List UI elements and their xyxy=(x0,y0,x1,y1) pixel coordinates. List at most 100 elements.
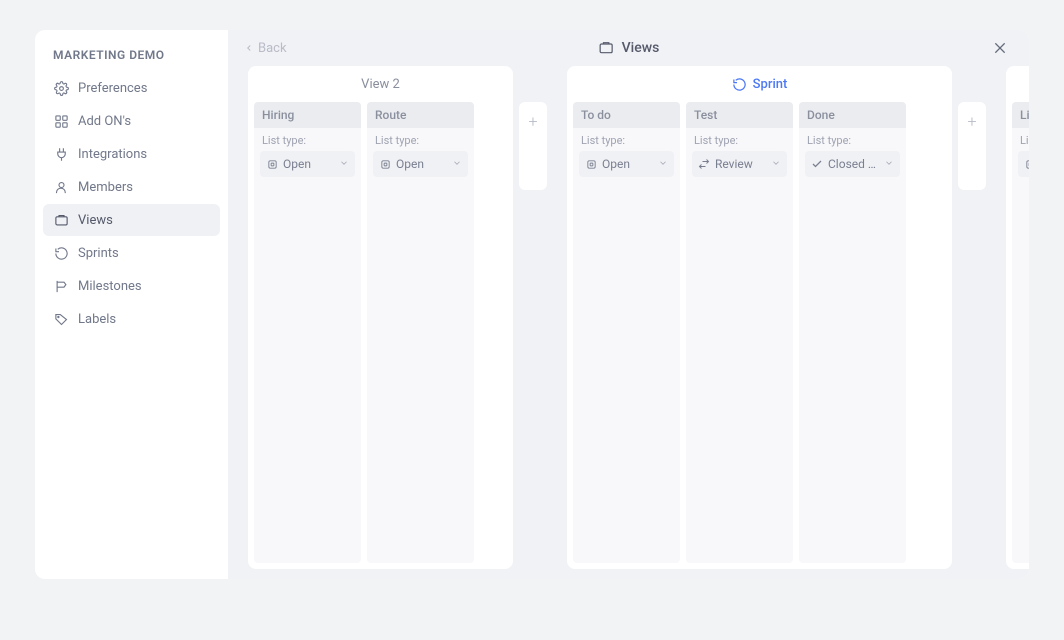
lane-body: List type: Closed … xyxy=(799,128,906,563)
sidebar-title: MARKETING DEMO xyxy=(43,48,220,72)
sidebar-item-label: Milestones xyxy=(78,279,142,294)
sidebar-item-label: Sprints xyxy=(78,246,119,261)
lanes: List 1 List type Ope xyxy=(1006,102,1029,563)
list-type-label: List type: xyxy=(260,134,355,147)
sidebar-item-label: Views xyxy=(78,213,113,228)
sidebar-item-label: Preferences xyxy=(78,81,147,96)
lane-hiring: Hiring List type: Open xyxy=(254,102,361,563)
chevron-down-icon xyxy=(658,157,668,171)
status-label: Open xyxy=(283,157,311,171)
open-status-icon xyxy=(379,158,391,170)
boards-container: View 2 Hiring List type: Open xyxy=(228,66,1029,579)
lane-header: To do xyxy=(573,102,680,128)
sidebar-item-label: Integrations xyxy=(78,147,147,162)
tag-icon xyxy=(53,311,69,327)
review-status-icon xyxy=(698,158,710,170)
lane-body: List type: Review xyxy=(686,128,793,563)
main-panel: Back Views View 2 Hiring xyxy=(228,30,1029,579)
board-view2: View 2 Hiring List type: Open xyxy=(248,66,513,569)
lane-todo: To do List type: Open xyxy=(573,102,680,563)
lane-done: Done List type: Closed … xyxy=(799,102,906,563)
close-button[interactable] xyxy=(987,35,1013,61)
sidebar-item-labels[interactable]: Labels xyxy=(43,303,220,335)
lane-header: Hiring xyxy=(254,102,361,128)
list-type-label: List type: xyxy=(373,134,468,147)
status-selector[interactable]: Open xyxy=(260,151,355,177)
list-type-label: List type: xyxy=(579,134,674,147)
board-header xyxy=(1006,66,1029,102)
plug-icon xyxy=(53,146,69,162)
board-list1: List 1 List type Ope xyxy=(1006,66,1029,569)
lane-list1: List 1 List type Ope xyxy=(1012,102,1029,563)
sprint-icon xyxy=(732,77,747,92)
chevron-left-icon xyxy=(244,42,254,54)
page-title: Views xyxy=(598,40,660,56)
close-icon xyxy=(992,40,1008,56)
lane-route: Route List type: Open xyxy=(367,102,474,563)
chevron-down-icon xyxy=(339,157,349,171)
board-sprint-wrap: Sprint To do List type: Open xyxy=(567,66,986,569)
list-type-label: List type: xyxy=(805,134,900,147)
open-status-icon xyxy=(266,158,278,170)
lane-header: Test xyxy=(686,102,793,128)
add-lane-button[interactable]: + xyxy=(958,102,986,190)
milestone-icon xyxy=(53,278,69,294)
user-icon xyxy=(53,179,69,195)
lane-test: Test List type: Review xyxy=(686,102,793,563)
board-sprint: Sprint To do List type: Open xyxy=(567,66,952,569)
chevron-down-icon xyxy=(884,157,894,171)
settings-modal: MARKETING DEMO Preferences Add ON's Inte… xyxy=(35,30,1029,579)
sidebar-item-label: Labels xyxy=(78,312,116,327)
open-status-icon xyxy=(1024,158,1029,170)
status-label: Review xyxy=(715,157,753,171)
status-selector[interactable]: Closed … xyxy=(805,151,900,177)
status-selector[interactable]: Open xyxy=(579,151,674,177)
sidebar-item-addons[interactable]: Add ON's xyxy=(43,105,220,137)
sprint-icon xyxy=(53,245,69,261)
closed-status-icon xyxy=(811,158,823,170)
sidebar-item-views[interactable]: Views xyxy=(43,204,220,236)
open-status-icon xyxy=(585,158,597,170)
status-selector[interactable]: Open xyxy=(373,151,468,177)
grid-icon xyxy=(53,113,69,129)
gear-icon xyxy=(53,80,69,96)
status-label: Closed … xyxy=(828,157,876,171)
sidebar-item-milestones[interactable]: Milestones xyxy=(43,270,220,302)
lane-header: Done xyxy=(799,102,906,128)
status-label: Open xyxy=(602,157,630,171)
board-view2-wrap: View 2 Hiring List type: Open xyxy=(248,66,547,569)
sidebar-item-integrations[interactable]: Integrations xyxy=(43,138,220,170)
chevron-down-icon xyxy=(771,157,781,171)
board-header: View 2 xyxy=(248,66,513,102)
topbar: Back Views xyxy=(228,30,1029,66)
list-type-label: List type xyxy=(1018,134,1029,147)
status-selector[interactable]: Ope xyxy=(1018,151,1029,177)
chevron-down-icon xyxy=(452,157,462,171)
lanes: Hiring List type: Open xyxy=(248,102,513,563)
folder-icon xyxy=(53,212,69,228)
lane-body: List type: Open xyxy=(254,128,361,563)
status-label: Open xyxy=(396,157,424,171)
lane-body: List type: Open xyxy=(367,128,474,563)
sidebar-item-label: Add ON's xyxy=(78,114,131,129)
board-title: View 2 xyxy=(361,77,400,92)
lane-body: List type Ope xyxy=(1012,128,1029,563)
back-button[interactable]: Back xyxy=(244,41,287,56)
sidebar-item-label: Members xyxy=(78,180,133,195)
list-type-label: List type: xyxy=(692,134,787,147)
back-label: Back xyxy=(258,41,287,56)
sidebar-item-sprints[interactable]: Sprints xyxy=(43,237,220,269)
board-header: Sprint xyxy=(567,66,952,102)
sidebar-item-preferences[interactable]: Preferences xyxy=(43,72,220,104)
lane-body: List type: Open xyxy=(573,128,680,563)
sidebar: MARKETING DEMO Preferences Add ON's Inte… xyxy=(35,30,228,579)
folder-icon xyxy=(598,40,614,56)
sidebar-item-members[interactable]: Members xyxy=(43,171,220,203)
status-selector[interactable]: Review xyxy=(692,151,787,177)
add-lane-button[interactable]: + xyxy=(519,102,547,190)
lane-header: List 1 xyxy=(1012,102,1029,128)
lane-header: Route xyxy=(367,102,474,128)
page-title-text: Views xyxy=(622,40,660,56)
lanes: To do List type: Open xyxy=(567,102,952,563)
board-title: Sprint xyxy=(753,77,788,92)
